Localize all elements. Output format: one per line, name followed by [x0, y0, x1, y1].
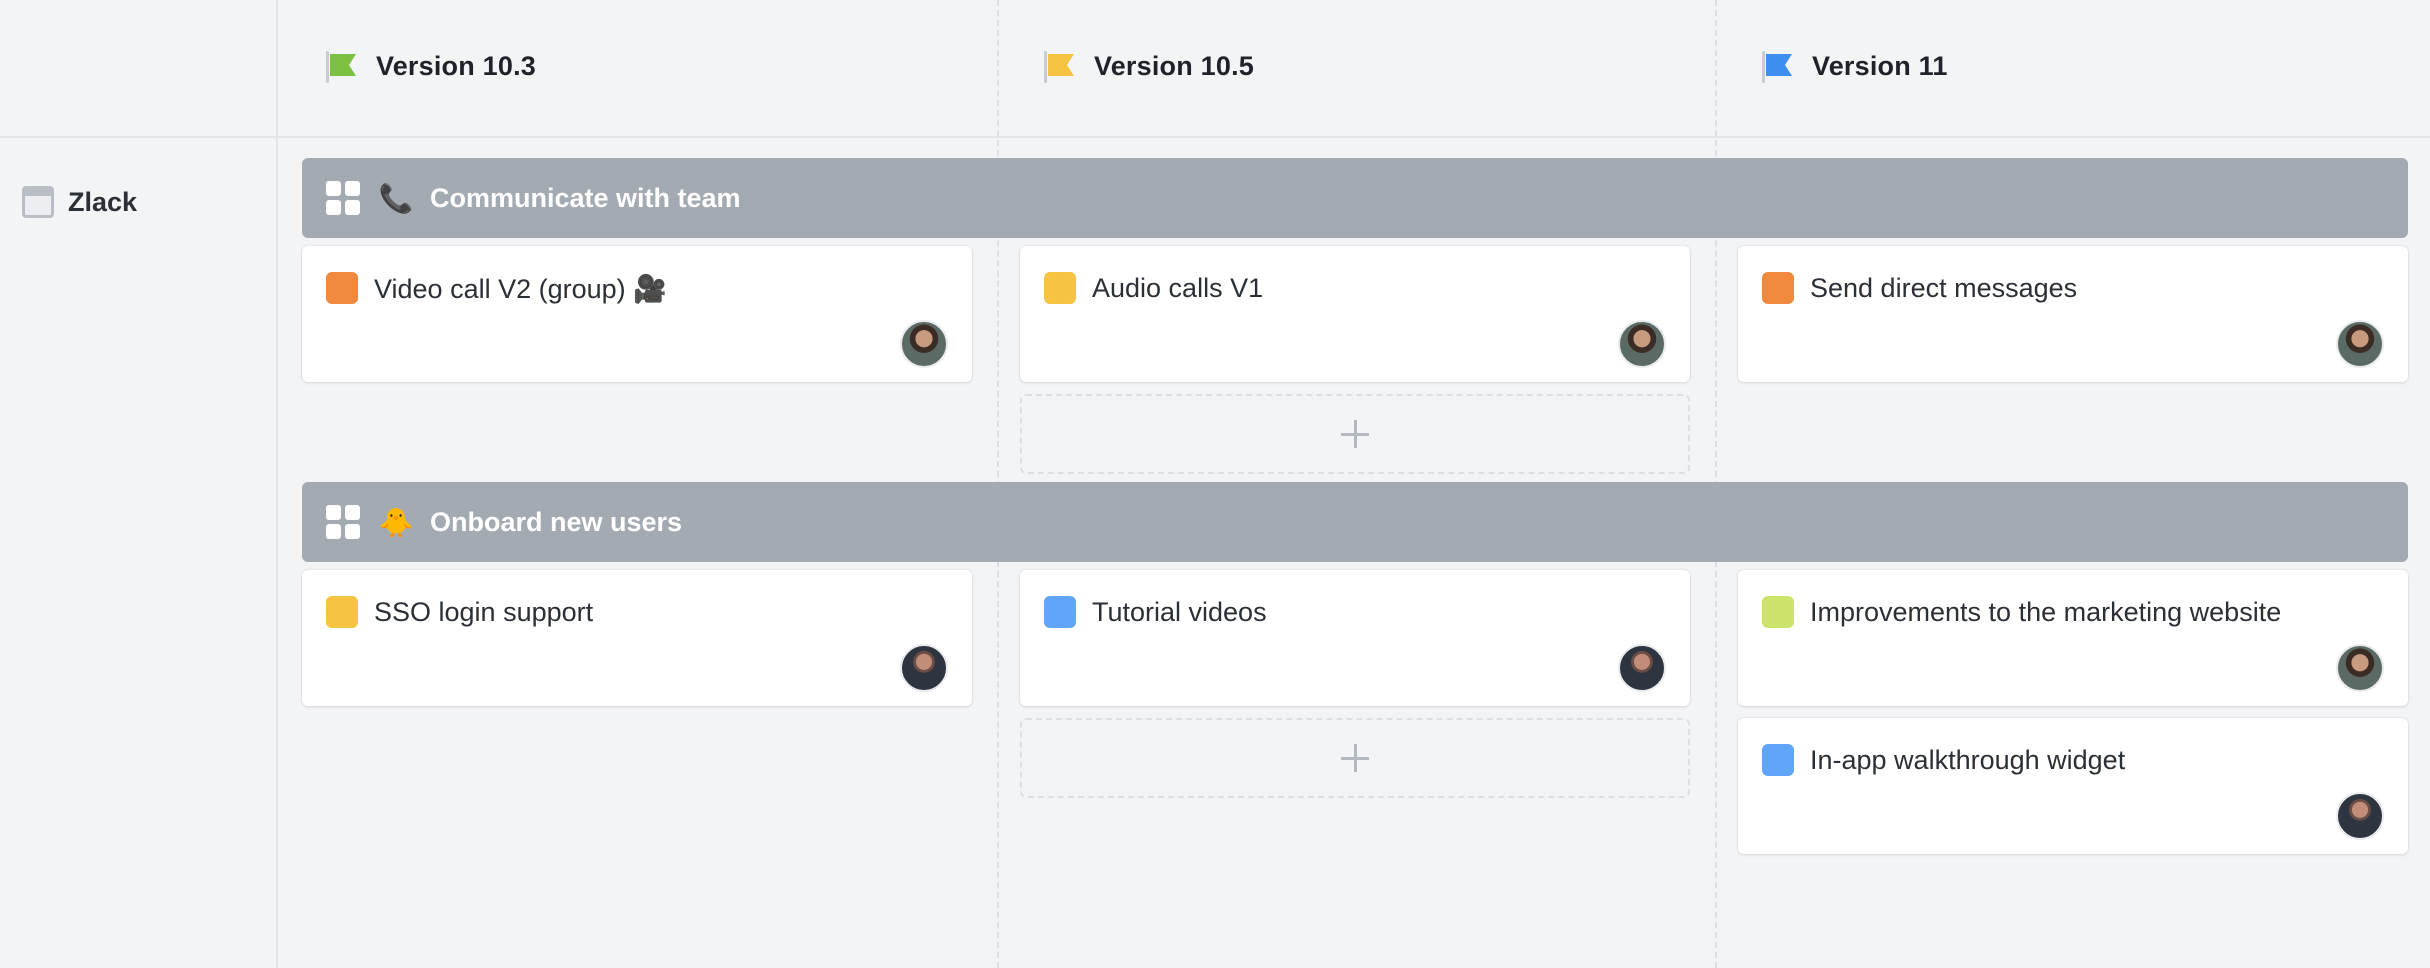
release-header-version-11[interactable]: Version 11: [1760, 44, 1948, 88]
goal-band-communicate-with-team[interactable]: 📞 Communicate with team: [302, 158, 2408, 238]
release-header-version-10-3[interactable]: Version 10.3: [324, 44, 536, 88]
avatar[interactable]: [900, 320, 948, 368]
avatar[interactable]: [2336, 320, 2384, 368]
avatar[interactable]: [1618, 644, 1666, 692]
avatar[interactable]: [1618, 320, 1666, 368]
avatar[interactable]: [2336, 644, 2384, 692]
row-label-divider: [276, 0, 278, 968]
flag-shape: [1766, 54, 1792, 76]
feature-title: Tutorial videos: [1092, 597, 1267, 627]
feature-card[interactable]: Tutorial videos: [1020, 570, 1690, 706]
roadmap-board: Version 10.3 Version 10.5 Version 11 Zla…: [0, 0, 2430, 968]
status-indicator: [1762, 744, 1794, 776]
release-name: Version 10.5: [1094, 50, 1254, 81]
feature-card[interactable]: Audio calls V1: [1020, 246, 1690, 382]
product-row-label[interactable]: Zlack: [22, 186, 137, 218]
add-feature-slot[interactable]: [1020, 394, 1690, 474]
yellow-flag-icon: [1042, 48, 1078, 84]
feature-title: Audio calls V1: [1092, 273, 1264, 303]
status-indicator: [1762, 596, 1794, 628]
header-divider: [0, 136, 2430, 138]
window-icon: [22, 186, 54, 218]
status-indicator: [1044, 272, 1076, 304]
goal-title: Onboard new users: [430, 506, 683, 537]
goal-title: Communicate with team: [430, 182, 741, 213]
feature-card[interactable]: Improvements to the marketing website: [1738, 570, 2408, 706]
goal-band-onboard-new-users[interactable]: 🐥 Onboard new users: [302, 482, 2408, 562]
feature-card[interactable]: Send direct messages: [1738, 246, 2408, 382]
plus-icon: [1341, 744, 1369, 772]
grid-icon: [326, 505, 360, 539]
feature-card[interactable]: Video call V2 (group) 🎥: [302, 246, 972, 382]
plus-icon: [1341, 420, 1369, 448]
chick-icon: 🐥: [378, 506, 414, 538]
add-feature-slot[interactable]: [1020, 718, 1690, 798]
release-name: Version 11: [1812, 50, 1948, 81]
status-indicator: [326, 596, 358, 628]
avatar[interactable]: [900, 644, 948, 692]
status-indicator: [1044, 596, 1076, 628]
green-flag-icon: [324, 48, 360, 84]
status-indicator: [326, 272, 358, 304]
release-header-version-10-5[interactable]: Version 10.5: [1042, 44, 1254, 88]
product-name: Zlack: [68, 186, 138, 217]
blue-flag-icon: [1760, 48, 1796, 84]
release-name: Version 10.3: [376, 50, 536, 81]
feature-title: Video call V2 (group) 🎥: [374, 274, 667, 304]
feature-title: Improvements to the marketing website: [1810, 597, 2282, 627]
feature-title: In-app walkthrough widget: [1810, 745, 2126, 775]
feature-title: SSO login support: [374, 597, 594, 627]
flag-shape: [1048, 54, 1074, 76]
feature-card[interactable]: In-app walkthrough widget: [1738, 718, 2408, 854]
grid-icon: [326, 181, 360, 215]
telephone-icon: 📞: [378, 182, 414, 214]
feature-card[interactable]: SSO login support: [302, 570, 972, 706]
avatar[interactable]: [2336, 792, 2384, 840]
status-indicator: [1762, 272, 1794, 304]
flag-shape: [330, 54, 356, 76]
feature-title: Send direct messages: [1810, 273, 2078, 303]
